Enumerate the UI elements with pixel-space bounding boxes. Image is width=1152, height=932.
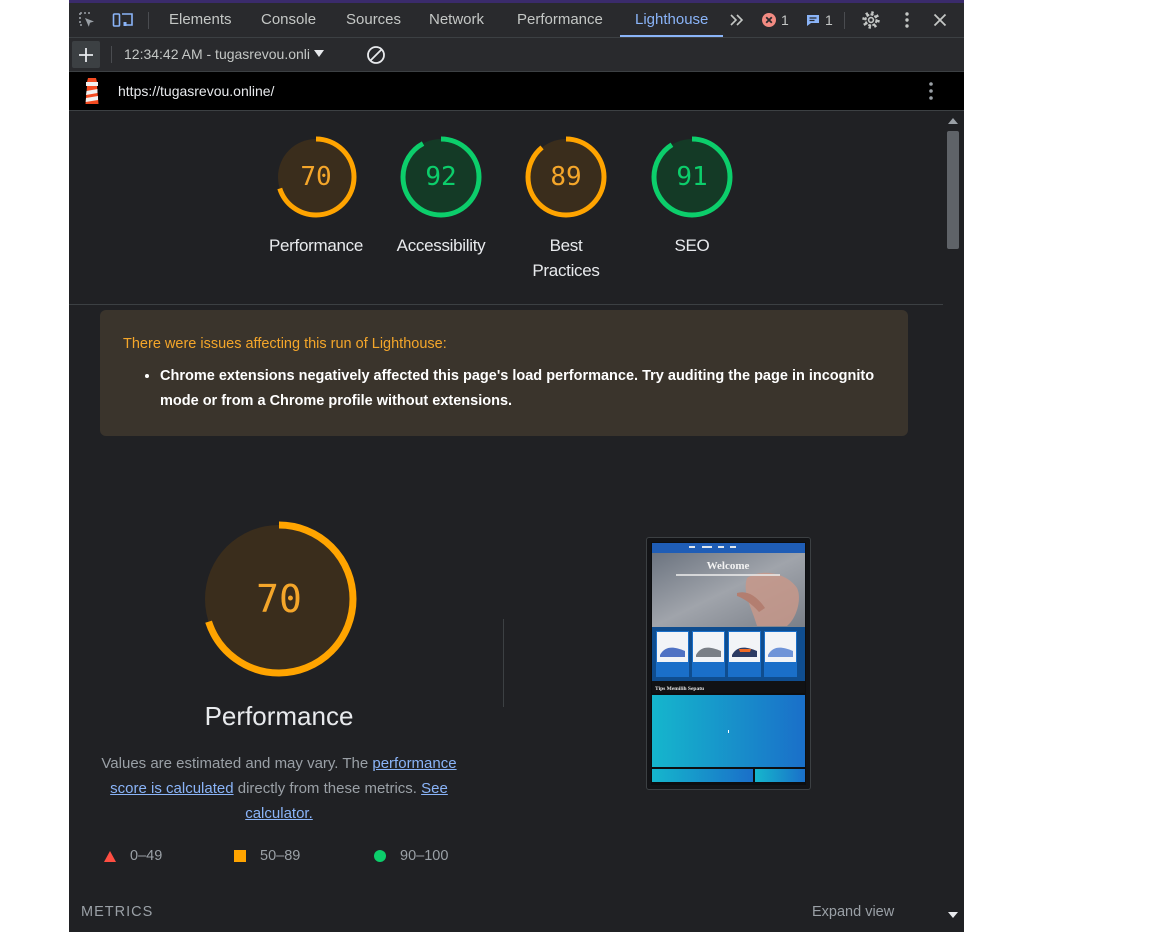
report-bar-divider	[111, 46, 112, 63]
errors-count: 1	[781, 12, 789, 28]
tab-lighthouse[interactable]: Lighthouse	[620, 3, 724, 37]
vertical-divider	[503, 619, 504, 707]
gauge-label-performance: Performance	[268, 236, 364, 255]
gauge-label-seo: SEO	[674, 236, 710, 255]
settings-gear-icon[interactable]	[859, 3, 883, 37]
inspect-element-icon[interactable]	[75, 3, 99, 37]
report-scrollbar[interactable]	[943, 111, 964, 932]
warning-title: There were issues affecting this run of …	[123, 336, 447, 352]
report-selector[interactable]: 12:34:42 AM - tugasrevou.onli	[124, 38, 324, 71]
messages-badge[interactable]: 1	[805, 3, 833, 37]
messages-count: 1	[825, 12, 833, 28]
devtools-panel: Elements Console Sources Network Perform…	[69, 0, 964, 932]
expand-view-toggle[interactable]: Expand view	[812, 904, 894, 920]
performance-main-gauge: 70	[201, 521, 357, 677]
best-practices-score-value: 89	[550, 162, 581, 192]
performance-title: Performance	[204, 701, 354, 731]
performance-score-value: 70	[300, 162, 331, 192]
scrollbar-thumb[interactable]	[947, 131, 959, 249]
metrics-header: METRICS	[81, 904, 154, 920]
legend-fail-range: 0–49	[130, 848, 163, 864]
scroll-up-arrow-icon[interactable]	[948, 118, 958, 124]
lighthouse-report-bar: 12:34:42 AM - tugasrevou.onli	[69, 38, 964, 72]
plus-icon	[79, 47, 93, 62]
page-screenshot-image: Welcome Tips Memilih Sepatu	[651, 542, 806, 785]
message-icon	[807, 15, 819, 26]
report-url: https://tugasrevou.online/	[118, 83, 275, 99]
lighthouse-report: 70 Performance 92 Accessibility 89 Best …	[69, 111, 943, 932]
seo-score-ring: 91	[651, 136, 733, 218]
error-icon	[762, 13, 776, 27]
warning-item: Chrome extensions negatively affected th…	[160, 364, 880, 414]
gauge-accessibility[interactable]: 92 Accessibility	[391, 133, 491, 258]
performance-desc-text-2: directly from these metrics.	[233, 780, 422, 797]
tab-console[interactable]: Console	[261, 3, 316, 37]
fail-triangle-icon	[104, 850, 116, 862]
screenshot-section-title: Tips Memilih Sepatu	[655, 686, 704, 692]
report-selector-value: 12:34:42 AM - tugasrevou.onli	[124, 46, 311, 62]
performance-description: Values are estimated and may vary. The p…	[89, 751, 469, 826]
run-warning-box: There were issues affecting this run of …	[100, 310, 908, 436]
more-options-icon[interactable]	[897, 3, 917, 37]
accessibility-score-ring: 92	[400, 136, 482, 218]
performance-score-ring: 70	[275, 136, 357, 218]
legend-fail: 0–49	[104, 848, 162, 864]
performance-desc-text: Values are estimated and may vary. The	[101, 755, 373, 772]
section-divider	[69, 304, 943, 305]
tab-network[interactable]: Network	[429, 3, 484, 37]
legend-average: 50–89	[234, 848, 300, 864]
toolbar-divider	[148, 12, 149, 29]
new-report-button[interactable]	[72, 41, 100, 68]
tab-sources[interactable]: Sources	[346, 3, 401, 37]
score-scale-legend: 0–49 50–89 90–100	[104, 848, 504, 868]
performance-main-score: 70	[256, 577, 302, 621]
best-practices-score-ring: 89	[525, 136, 607, 218]
clear-all-reports-icon[interactable]	[364, 38, 388, 71]
close-icon[interactable]	[929, 3, 951, 37]
pass-circle-icon	[374, 850, 386, 862]
device-toolbar-icon[interactable]	[111, 3, 135, 37]
seo-score-value: 91	[676, 162, 707, 192]
tab-elements[interactable]: Elements	[169, 3, 232, 37]
legend-average-range: 50–89	[260, 848, 301, 864]
screenshot-heading: Welcome	[707, 560, 750, 572]
tab-performance[interactable]: Performance	[517, 3, 603, 37]
legend-pass: 90–100	[374, 848, 448, 864]
scroll-down-arrow-icon[interactable]	[948, 912, 958, 918]
gauge-best-practices[interactable]: 89 Best Practices	[516, 133, 616, 283]
final-screenshot-thumbnail[interactable]: Welcome Tips Memilih Sepatu	[646, 537, 811, 790]
gauge-performance[interactable]: 70 Performance	[266, 133, 366, 258]
more-tabs-chevron-icon[interactable]	[727, 3, 747, 37]
report-menu-icon[interactable]	[921, 74, 941, 108]
lighthouse-logo-icon	[85, 78, 99, 104]
legend-pass-range: 90–100	[400, 848, 449, 864]
warning-list: Chrome extensions negatively affected th…	[160, 364, 880, 414]
report-url-bar: https://tugasrevou.online/	[69, 72, 964, 111]
gauge-seo[interactable]: 91 SEO	[642, 133, 742, 258]
average-square-icon	[234, 850, 246, 862]
toolbar-divider	[844, 12, 845, 29]
devtools-tabbar: Elements Console Sources Network Perform…	[69, 3, 964, 38]
gauge-label-best-practices: Best Practices	[532, 236, 600, 280]
accessibility-score-value: 92	[425, 162, 456, 192]
gauge-label-accessibility: Accessibility	[396, 236, 486, 255]
errors-badge[interactable]: 1	[761, 3, 789, 37]
dropdown-arrow-icon	[313, 50, 324, 57]
